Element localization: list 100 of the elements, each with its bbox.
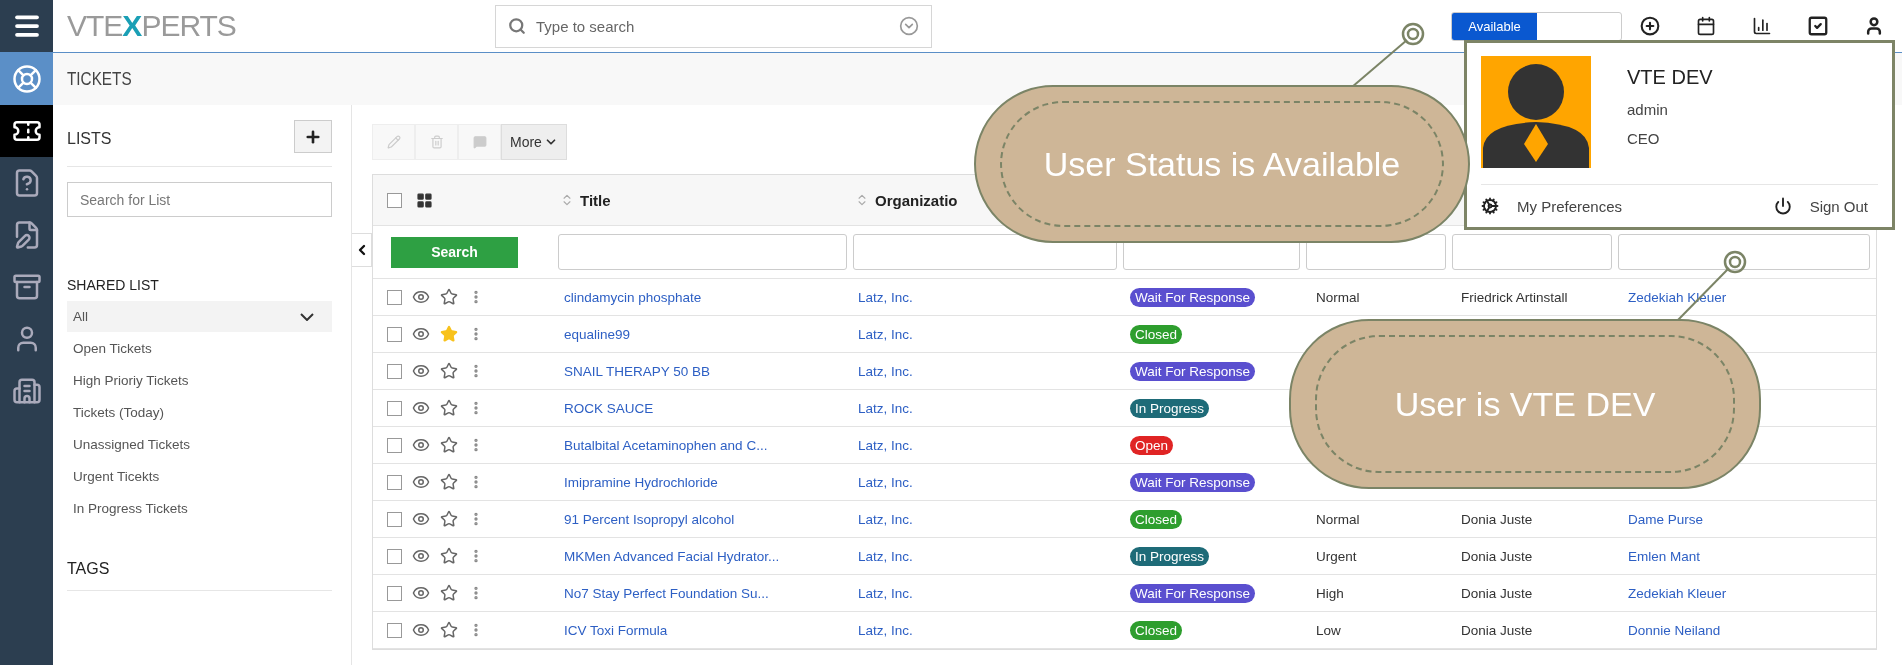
priority-text: Normal: [1316, 289, 1360, 305]
search-button[interactable]: Search: [391, 236, 518, 268]
organization-link[interactable]: Latz, Inc.: [858, 511, 913, 527]
contact-text: Friedrick Artinstall: [1461, 289, 1568, 305]
star-icon[interactable]: [440, 362, 458, 380]
filter-field[interactable]: [1618, 234, 1870, 270]
organization-link[interactable]: Latz, Inc.: [858, 363, 913, 379]
search-bar[interactable]: Type to search: [495, 4, 932, 48]
filter-field[interactable]: [1452, 234, 1612, 270]
tickets-icon[interactable]: [0, 105, 53, 157]
username-text: admin: [1627, 101, 1669, 118]
organization-link[interactable]: Latz, Inc.: [858, 622, 913, 638]
ticket-title-link[interactable]: clindamycin phosphate: [564, 289, 702, 305]
organization-link[interactable]: Latz, Inc.: [858, 585, 913, 601]
priority-text: Urgent: [1316, 548, 1357, 564]
eye-icon[interactable]: [412, 362, 430, 380]
contact-text: Donia Juste: [1461, 548, 1533, 564]
star-icon[interactable]: [440, 547, 458, 565]
ticket-title-link[interactable]: No7 Stay Perfect Foundation Su...: [564, 585, 769, 601]
ticket-title-link[interactable]: equaline99: [564, 326, 631, 342]
priority-text: Normal: [1316, 511, 1360, 527]
ticket-title-link[interactable]: MKMen Advanced Facial Hydrator...: [564, 548, 780, 564]
row-checkbox[interactable]: [387, 400, 402, 416]
star-icon[interactable]: [440, 288, 458, 306]
star-icon[interactable]: [440, 621, 458, 639]
select-all-checkbox[interactable]: [387, 192, 402, 208]
status-badge: Wait For Response: [1130, 472, 1256, 492]
column-header[interactable]: Organizatio: [875, 191, 958, 209]
module-title: TICKETS: [67, 68, 132, 90]
shared-list-heading: SHARED LIST: [67, 277, 160, 293]
organization-link[interactable]: Latz, Inc.: [858, 437, 913, 453]
list-item[interactable]: High Prioriy Tickets: [67, 364, 332, 396]
row-checkbox[interactable]: [387, 511, 402, 527]
chevron-down-icon: [899, 16, 919, 36]
assigned-user-link[interactable]: Zedekiah Kleuer: [1628, 585, 1727, 601]
priority-text: Low: [1316, 622, 1341, 638]
eye-icon[interactable]: [412, 547, 430, 565]
menu-item-label: Sign Out: [1809, 197, 1868, 215]
status-badge: Wait For Response: [1130, 583, 1256, 603]
list-item[interactable]: Open Tickets: [67, 332, 332, 364]
eye-icon[interactable]: [412, 510, 430, 528]
assigned-user-link[interactable]: Donnie Neiland: [1628, 622, 1721, 638]
list-search-field[interactable]: Search for List: [67, 182, 332, 217]
star-icon[interactable]: [440, 436, 458, 454]
ticket-title-link[interactable]: ICV Toxi Formula: [564, 622, 668, 638]
organization-link[interactable]: Latz, Inc.: [858, 400, 913, 416]
eye-icon[interactable]: [412, 288, 430, 306]
assigned-user-link[interactable]: Dame Purse: [1628, 511, 1704, 527]
list-item[interactable]: Unassigned Tickets: [67, 428, 332, 460]
collapse-button[interactable]: [352, 233, 372, 267]
status-toggle[interactable]: Available: [1451, 11, 1622, 41]
more-button[interactable]: More: [501, 124, 567, 160]
eye-icon[interactable]: [412, 584, 430, 602]
role-text: CEO: [1627, 130, 1661, 147]
organization-link[interactable]: Latz, Inc.: [858, 474, 913, 490]
star-icon[interactable]: [440, 399, 458, 417]
star-icon[interactable]: [440, 584, 458, 602]
assigned-user-link[interactable]: Emlen Mant: [1628, 548, 1701, 564]
eye-icon[interactable]: [412, 473, 430, 491]
chevron-down-icon: [300, 312, 314, 321]
ticket-title-link[interactable]: Butalbital Acetaminophen and C...: [564, 437, 768, 453]
eye-icon[interactable]: [412, 436, 430, 454]
star-icon[interactable]: [440, 510, 458, 528]
grid-icon[interactable]: [416, 191, 433, 209]
profile-menu-item[interactable]: My Preferences: [1481, 197, 1623, 215]
priority-text: High: [1316, 585, 1344, 601]
ticket-title-link[interactable]: ROCK SAUCE: [564, 400, 654, 416]
column-header[interactable]: Title: [580, 191, 611, 209]
menu-button[interactable]: [0, 0, 53, 52]
eye-icon[interactable]: [412, 399, 430, 417]
list-item[interactable]: In Progress Tickets: [67, 492, 332, 524]
organization-link[interactable]: Latz, Inc.: [858, 548, 913, 564]
tags-heading: TAGS: [67, 560, 332, 591]
organization-link[interactable]: Latz, Inc.: [858, 326, 913, 342]
row-checkbox[interactable]: [387, 474, 402, 490]
row-checkbox[interactable]: [387, 622, 402, 638]
organization-link[interactable]: Latz, Inc.: [858, 289, 913, 305]
list-item[interactable]: Tickets (Today): [67, 396, 332, 428]
ticket-title-link[interactable]: SNAIL THERAPY 50 BB: [564, 363, 711, 379]
ticket-title-link[interactable]: Imipramine Hydrochloride: [564, 474, 718, 490]
gears-icon: [1481, 197, 1499, 215]
row-checkbox[interactable]: [387, 289, 402, 305]
lists-heading: LISTS: [67, 130, 112, 148]
filter-field[interactable]: [558, 234, 847, 270]
eye-icon[interactable]: [412, 325, 430, 343]
star-icon[interactable]: [440, 473, 458, 491]
row-checkbox[interactable]: [387, 326, 402, 342]
logo: VTEXPERTS: [67, 9, 236, 43]
filter-field[interactable]: [853, 234, 1117, 270]
eye-icon[interactable]: [412, 621, 430, 639]
list-item[interactable]: All: [67, 301, 332, 332]
ticket-title-link[interactable]: 91 Percent Isopropyl alcohol: [564, 511, 735, 527]
list-item[interactable]: Urgent Ticekts: [67, 460, 332, 492]
row-checkbox[interactable]: [387, 585, 402, 601]
row-checkbox[interactable]: [387, 548, 402, 564]
add-list-button[interactable]: [294, 120, 332, 153]
row-checkbox[interactable]: [387, 437, 402, 453]
power-icon: [1773, 197, 1792, 215]
profile-menu-item[interactable]: Sign Out: [1773, 197, 1878, 215]
row-checkbox[interactable]: [387, 363, 402, 379]
